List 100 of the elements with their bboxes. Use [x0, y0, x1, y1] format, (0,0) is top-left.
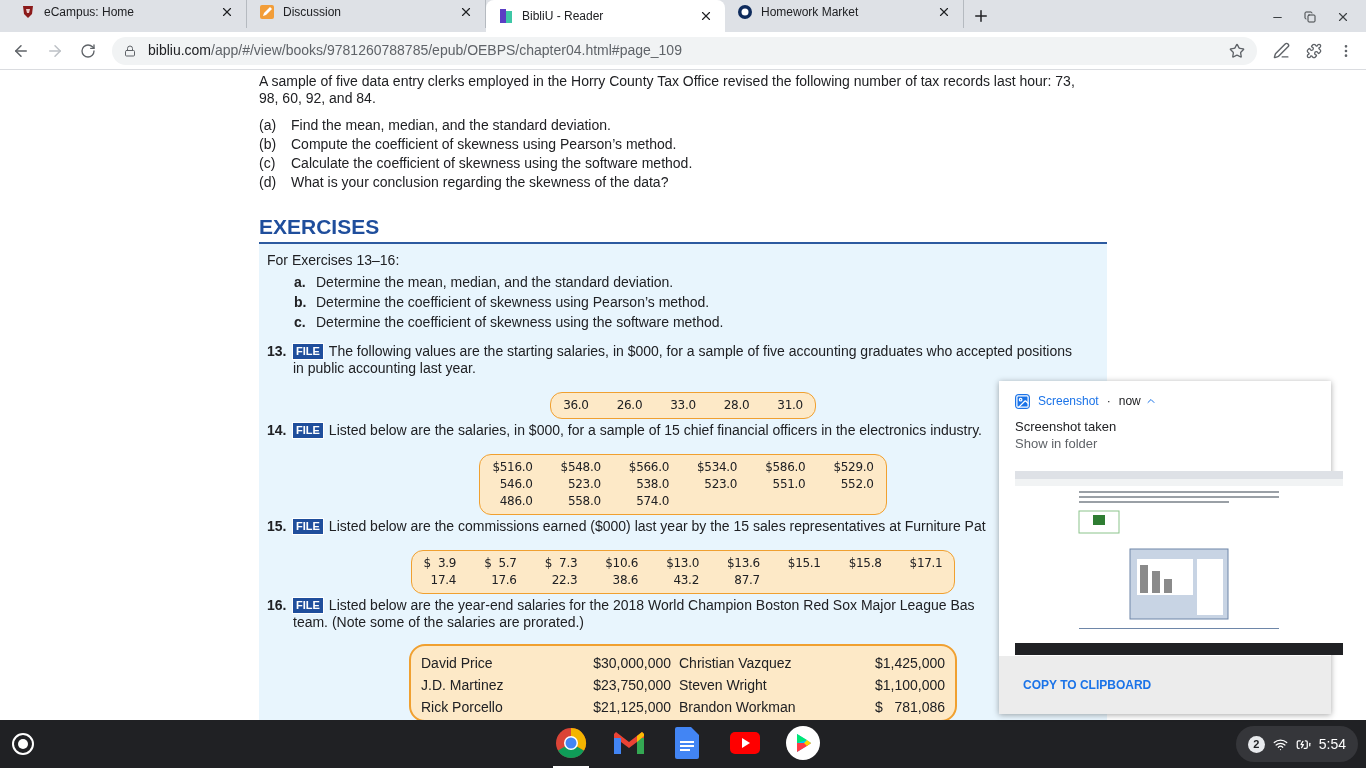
- exercise-text: Listed below are the commissions earned ($000) last year by the 15 sales representatives at Furniture Pat: [328, 518, 986, 535]
- task-text: Determine the coefficient of skewness using Pearson’s method.: [316, 294, 710, 311]
- star-icon[interactable]: [1229, 42, 1245, 59]
- task-label: a.: [294, 274, 307, 291]
- notification-time: now: [1118, 393, 1141, 410]
- item-label: (d): [259, 174, 278, 191]
- exercise-text: Listed below are the year-end salaries for the 2018 World Champion Boston Red Sox Major League Bas: [328, 597, 975, 614]
- question-text: A sample of five data entry clerks employed in the Horry County Tax Office revised the following number of tax records last hour: 73, 98, 60, 92, and 84.: [259, 73, 1076, 107]
- table-cell-text: $23,750,000: [592, 676, 671, 694]
- task-text: Determine the mean, median, and the standard deviation.: [316, 274, 674, 291]
- browser-tab[interactable]: Homework Market: [725, 0, 964, 28]
- separator-dot: ·: [1106, 393, 1111, 410]
- table-cell: $17.1: [909, 555, 943, 572]
- task-label: c.: [294, 314, 307, 331]
- close-icon[interactable]: [220, 5, 234, 19]
- chrome-icon[interactable]: [555, 727, 587, 759]
- status-area[interactable]: 2 5:54: [1235, 726, 1358, 762]
- url-text: bibliu.com/app/#/view/books/9781260788785/epub/OEBPS/chapter04.html#page_109: [148, 41, 683, 60]
- table-cell-text: $21,125,000: [592, 698, 671, 716]
- mail-icon[interactable]: [612, 730, 646, 756]
- table-cell-text: J.D. Martinez: [421, 676, 505, 694]
- item-label: (c): [259, 155, 277, 172]
- copy-to-clipboard-button[interactable]: COPY TO CLIPBOARD: [1023, 676, 1152, 694]
- lock-icon: [124, 44, 136, 57]
- table-cell: $15.1: [787, 555, 821, 572]
- image-icon: [1015, 393, 1030, 409]
- table-cell-text: $1,425,000: [873, 654, 945, 672]
- exercise-text: in public accounting last year.: [293, 360, 476, 377]
- extensions-icon[interactable]: [1306, 42, 1322, 59]
- table-cell-text: 17.4: [429, 572, 457, 589]
- table-cell: 33.0: [670, 397, 696, 414]
- table-cell-text: 486.0: [498, 493, 533, 510]
- table-cell-text: Steven Wright: [678, 676, 768, 694]
- section-heading: EXERCISES: [259, 215, 381, 239]
- new-tab-icon[interactable]: [972, 7, 990, 25]
- wifi-icon: [1272, 736, 1288, 752]
- file-badge: FILE: [293, 344, 323, 359]
- table-cell-text: Christian Vazquez: [678, 654, 793, 672]
- pen-icon[interactable]: [1273, 42, 1290, 59]
- table-cell-text: 551.0: [771, 476, 806, 493]
- close-icon[interactable]: [459, 5, 473, 19]
- exercise-text: Listed below are the salaries, in $000, for a sample of 15 chief financial officers in the electronics industry.: [328, 422, 982, 439]
- tab-title: eCampus: Home: [44, 4, 136, 21]
- table-cell-text: 43.2: [672, 572, 699, 589]
- table-cell-text: 523.0: [703, 476, 738, 493]
- item-text: What is your conclusion regarding the skewness of the data?: [291, 174, 669, 191]
- notification-subtitle[interactable]: Show in folder: [1015, 435, 1315, 452]
- table-cell-text: $ 781,086: [873, 698, 945, 716]
- close-icon[interactable]: [937, 5, 951, 19]
- table-cell-text: 523.0: [566, 476, 601, 493]
- table-cell: $10.6: [605, 555, 639, 572]
- item-text: Calculate the coefficient of skewness using the software method.: [291, 155, 693, 172]
- table-cell-text: 574.0: [635, 493, 669, 510]
- address-bar[interactable]: bibliu.com/app/#/view/books/9781260788785/epub/OEBPS/chapter04.html#page_109: [112, 36, 1257, 65]
- browser-tab[interactable]: Discussion: [247, 0, 486, 28]
- browser-tab[interactable]: eCampus: Home: [8, 0, 247, 28]
- item-label: (b): [259, 136, 278, 153]
- table-cell: 28.0: [723, 397, 750, 414]
- table-cell-text: David Price: [421, 654, 494, 672]
- table-cell: $534.0: [697, 459, 738, 476]
- close-icon[interactable]: [699, 9, 713, 23]
- reload-icon[interactable]: [80, 42, 96, 59]
- pencil-icon: [259, 4, 275, 20]
- file-badge: FILE: [293, 598, 323, 613]
- notification-title: Screenshot taken: [1015, 419, 1118, 435]
- app-name: Screenshot: [1038, 393, 1099, 410]
- exercise-number: 13.: [267, 343, 288, 361]
- table-cell: $13.6: [727, 555, 760, 572]
- table-cell: $566.0: [628, 459, 669, 476]
- tab-title: Discussion: [283, 4, 343, 21]
- play-button-icon[interactable]: [730, 732, 760, 754]
- launcher-button[interactable]: [12, 733, 34, 755]
- table-cell: $ 3.9: [423, 555, 457, 572]
- table-cell-text: Rick Porcello: [421, 698, 504, 716]
- browser-tab[interactable]: BibliU - Reader: [486, 0, 725, 32]
- circle-logo-icon: [737, 4, 753, 20]
- table-cell-text: 558.0: [566, 493, 601, 510]
- item-text: Compute the coefficient of skewness using Pearson’s method.: [291, 136, 677, 153]
- close-icon[interactable]: [1336, 10, 1350, 24]
- exercise-number: 14.: [267, 422, 288, 439]
- table-cell-text: Brandon Workman: [678, 698, 797, 716]
- shield-icon: [20, 4, 36, 20]
- table-cell: $13.0: [666, 555, 699, 572]
- file-badge: FILE: [293, 519, 323, 534]
- document-icon[interactable]: [675, 727, 699, 759]
- item-label: (a): [259, 117, 278, 134]
- clock-time: 5:54: [1318, 734, 1346, 754]
- notification-count: 2: [1247, 735, 1265, 753]
- table-cell: $15.8: [848, 555, 882, 572]
- table-cell-text: 546.0: [498, 476, 533, 493]
- item-text: Find the mean, median, and the standard deviation.: [291, 117, 611, 134]
- table-cell: 26.0: [616, 397, 643, 414]
- table-cell: $529.0: [833, 459, 874, 476]
- panel-lead: For Exercises 13–16:: [267, 252, 401, 269]
- tab-title: BibliU - Reader: [522, 8, 605, 25]
- table-cell: $548.0: [560, 459, 601, 476]
- table-cell: $ 7.3: [544, 555, 578, 572]
- task-text: Determine the coefficient of skewness using the software method.: [316, 314, 724, 331]
- triangle-logo-icon[interactable]: [786, 726, 820, 760]
- restore-icon[interactable]: [1304, 11, 1316, 23]
